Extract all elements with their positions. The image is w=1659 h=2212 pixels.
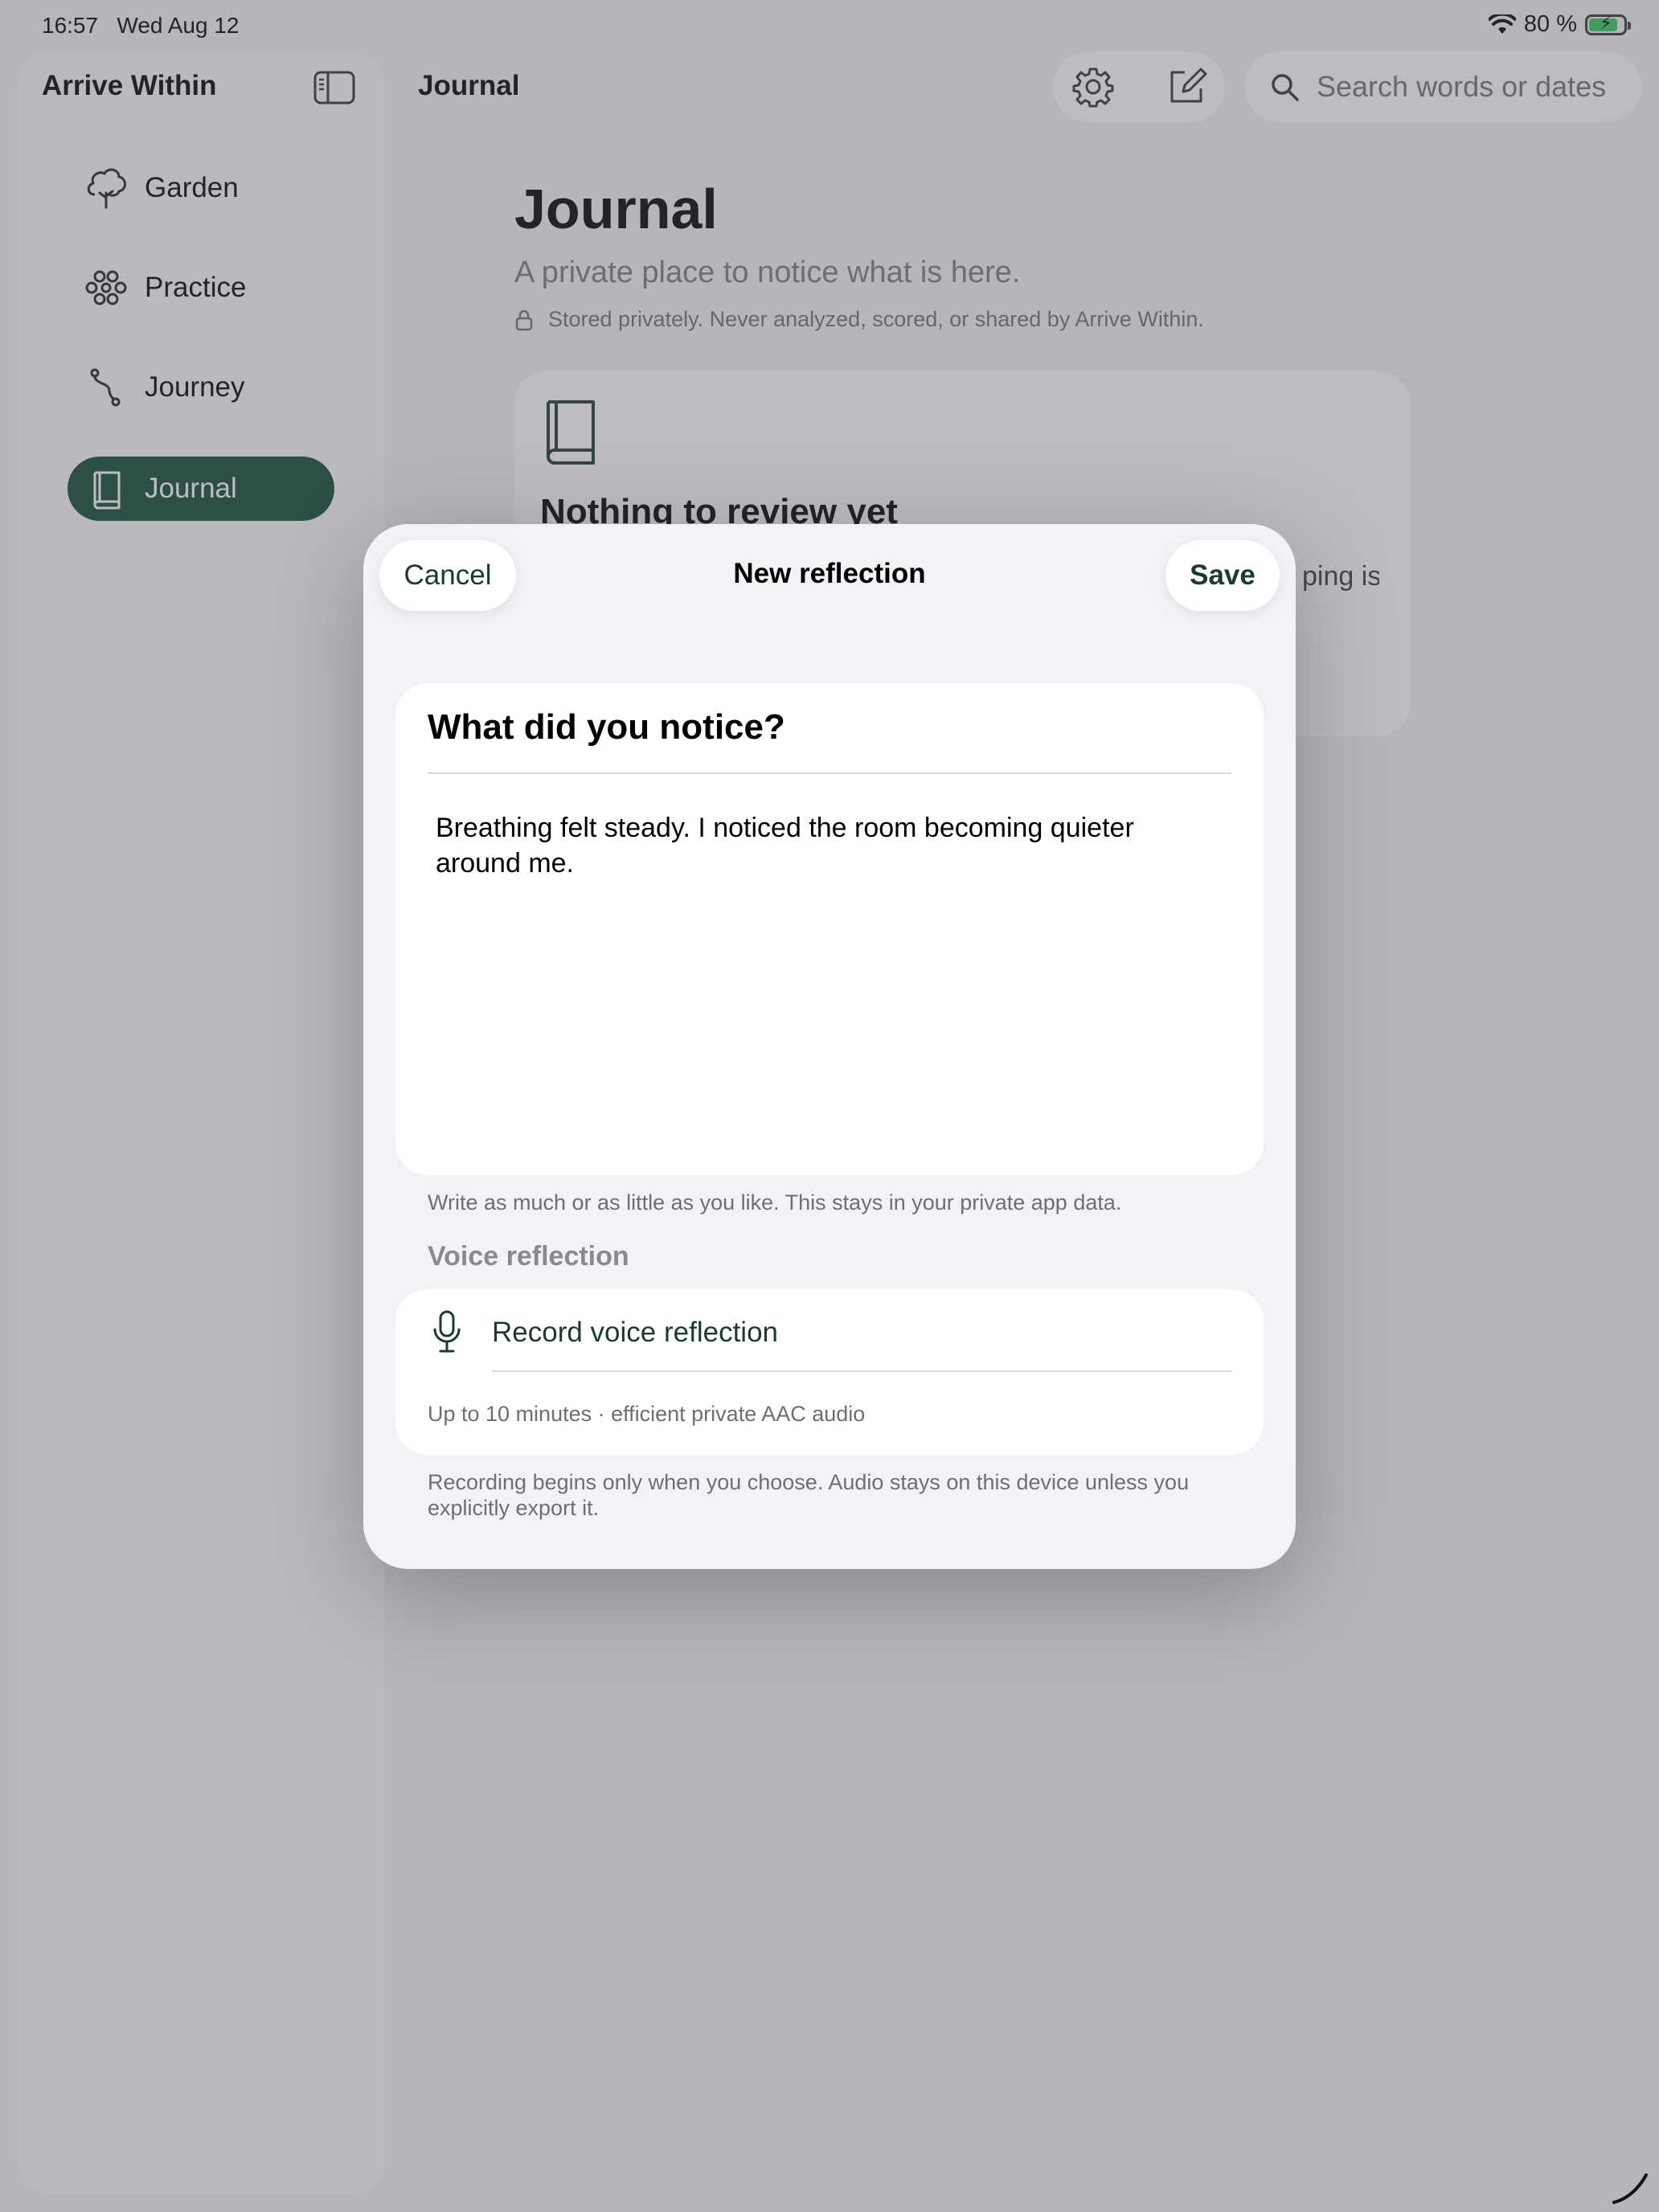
save-button[interactable]: Save bbox=[1165, 540, 1280, 611]
divider bbox=[428, 772, 1231, 774]
voice-card bbox=[395, 1289, 1264, 1455]
divider bbox=[492, 1370, 1231, 1372]
voice-meta: Up to 10 minutes · efficient private AAC… bbox=[428, 1402, 866, 1426]
reflection-card bbox=[395, 683, 1264, 1175]
sheet-title: New reflection bbox=[733, 558, 926, 589]
reflection-prompt: What did you notice? bbox=[428, 707, 785, 747]
voice-section-label: Voice reflection bbox=[428, 1241, 629, 1272]
microphone-icon[interactable] bbox=[431, 1309, 463, 1357]
scribble-mark-icon bbox=[1612, 2173, 1648, 2204]
reflection-text-area[interactable]: Breathing felt steady. I noticed the roo… bbox=[436, 810, 1223, 881]
voice-footnote: Recording begins only when you choose. A… bbox=[428, 1470, 1190, 1520]
reflection-footnote: Write as much or as little as you like. … bbox=[428, 1190, 1122, 1215]
record-voice-button[interactable]: Record voice reflection bbox=[492, 1317, 778, 1349]
